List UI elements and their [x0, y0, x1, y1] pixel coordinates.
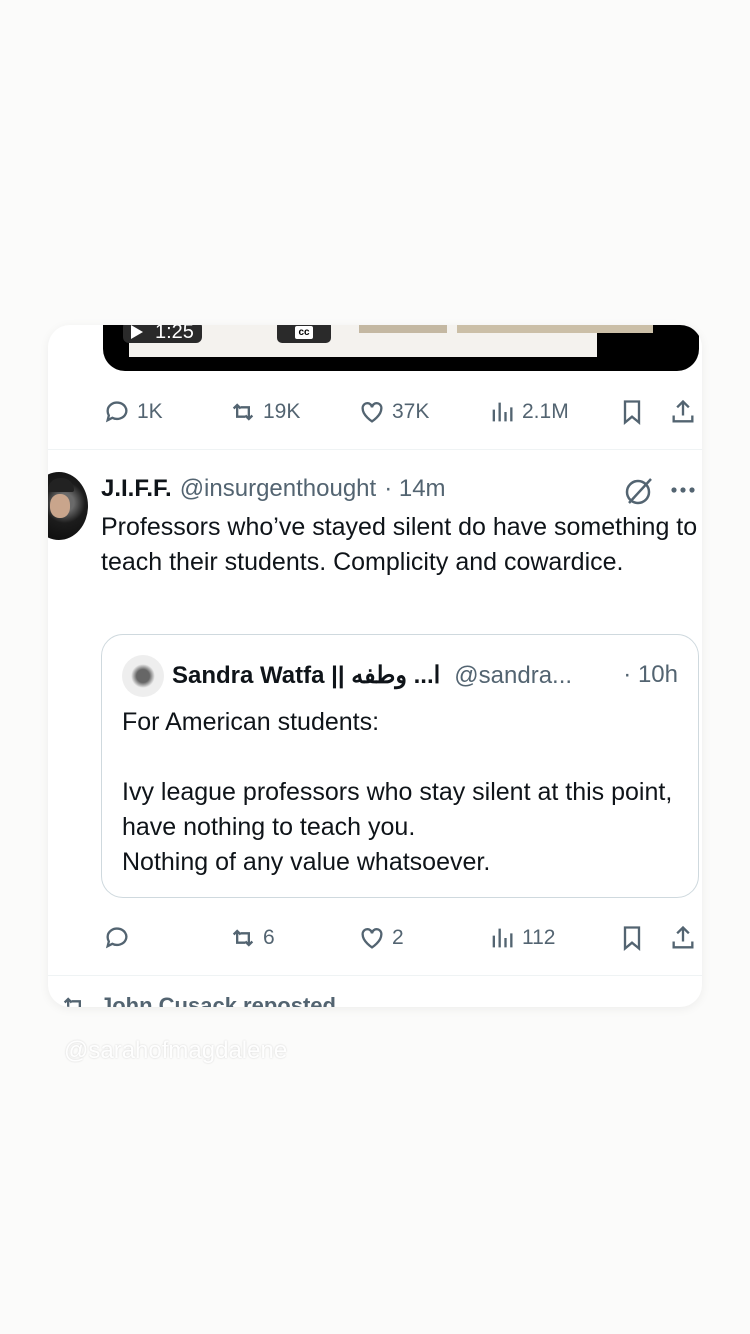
repost-button[interactable]: 19K	[229, 398, 300, 426]
repost-count: 19K	[263, 400, 301, 423]
video-time: 1:25	[155, 325, 194, 343]
repost-count: 6	[263, 926, 275, 949]
author-handle[interactable]: @insurgenthought	[180, 475, 377, 503]
more-icon[interactable]	[668, 475, 698, 505]
like-button[interactable]: 37K	[358, 398, 429, 426]
share-button[interactable]	[669, 398, 697, 426]
repost-icon	[232, 403, 254, 421]
post-actions: 6 2 112	[103, 921, 702, 955]
like-button[interactable]: 2	[358, 924, 404, 952]
post-divider	[48, 975, 702, 976]
captions-button[interactable]: cc	[277, 325, 331, 343]
author-name[interactable]: J.I.F.F.	[101, 475, 172, 503]
views-count: 112	[522, 926, 556, 949]
video-content-strip	[359, 325, 447, 333]
timeline-card: 1:25 cc 1K 19K 37K 2.1M J.I.F.F. @insurg…	[48, 325, 702, 1007]
avatar-cap	[48, 478, 74, 492]
bookmark-icon	[623, 400, 641, 425]
post-header: J.I.F.F. @insurgenthought · 14m	[101, 475, 446, 503]
quote-text: For American students: Ivy league profes…	[122, 708, 673, 876]
reply-button[interactable]	[103, 924, 137, 952]
avatar[interactable]	[48, 472, 88, 540]
watermark: @sarahofmagdalene	[64, 1037, 288, 1064]
share-button[interactable]	[669, 924, 697, 952]
quote-header: Sandra Watfa || ا... وطفه @sandra...	[172, 661, 682, 690]
quote-avatar	[122, 655, 164, 697]
reply-icon	[105, 927, 128, 949]
views-icon	[492, 402, 513, 422]
repost-button[interactable]: 6	[229, 924, 275, 952]
quoted-post[interactable]: Sandra Watfa || ا... وطفه @sandra... · 1…	[101, 634, 699, 898]
video-time-control[interactable]: 1:25	[123, 325, 202, 343]
play-icon[interactable]	[131, 325, 143, 339]
post-actions: 1K 19K 37K 2.1M	[103, 395, 702, 429]
share-icon	[672, 925, 694, 949]
like-count: 37K	[392, 400, 430, 423]
reply-icon	[105, 401, 128, 423]
like-icon	[361, 402, 383, 423]
like-count: 2	[392, 926, 404, 949]
like-icon	[361, 928, 383, 949]
quote-time: · 10h	[623, 661, 678, 688]
post-time[interactable]: · 14m	[384, 475, 445, 503]
quote-author-handle: @sandra...	[454, 662, 573, 689]
share-icon	[672, 399, 694, 423]
repost-icon	[63, 997, 81, 1007]
views-button[interactable]: 2.1M	[488, 398, 569, 426]
views-icon	[492, 928, 513, 948]
reply-button[interactable]: 1K	[103, 398, 163, 426]
repost-icon	[232, 929, 254, 947]
quote-author-name: Sandra Watfa || ا... وطفه	[172, 662, 441, 689]
bookmark-icon	[623, 926, 641, 951]
cc-icon: cc	[295, 325, 313, 339]
views-button[interactable]: 112	[488, 924, 555, 952]
bookmark-button[interactable]	[618, 398, 646, 426]
grok-icon[interactable]	[623, 475, 655, 507]
repost-banner[interactable]: John Cusack reposted	[60, 992, 336, 1007]
reply-count: 1K	[137, 400, 163, 423]
video-content-strip	[457, 325, 653, 333]
post-divider	[48, 449, 702, 450]
views-count: 2.1M	[522, 400, 569, 423]
bookmark-button[interactable]	[618, 924, 646, 952]
post-text: Professors who’ve stayed silent do have …	[101, 513, 698, 576]
avatar-face	[50, 494, 70, 518]
video-player[interactable]: 1:25 cc	[103, 325, 699, 371]
repost-banner-text: John Cusack reposted	[100, 993, 336, 1007]
